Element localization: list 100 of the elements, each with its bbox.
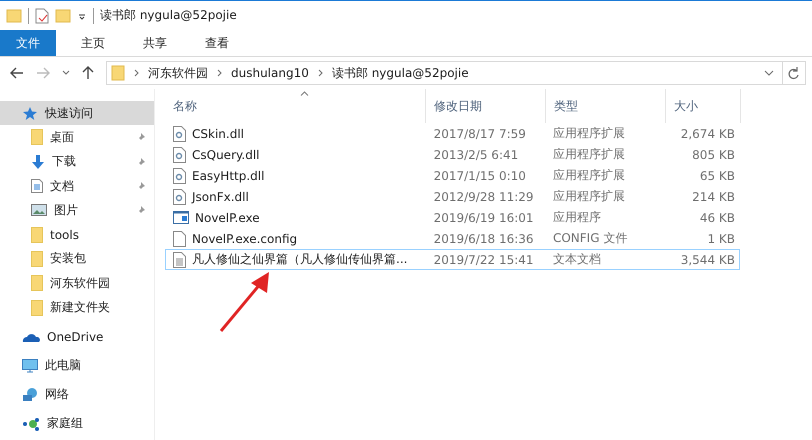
chevron-icon[interactable] (318, 69, 323, 77)
gear-file-icon (173, 188, 186, 204)
modified-date: 2017/8/17 7:59 (434, 126, 526, 140)
modified-date: 2019/6/19 16:01 (434, 210, 534, 224)
sidebar-label: 网络 (45, 386, 69, 404)
modified-date: 2019/7/22 15:41 (434, 252, 534, 266)
file-size: 46 KB (700, 210, 735, 224)
file-tab[interactable]: 文件 (0, 30, 56, 56)
gear-file-icon (173, 126, 186, 142)
file-name: JsonFx.dll (192, 190, 249, 204)
breadcrumb[interactable]: dushulang10 (231, 66, 309, 80)
ribbon-tab[interactable]: 查看 (192, 30, 242, 56)
modified-date: 2019/6/18 16:36 (434, 232, 534, 246)
sidebar-item[interactable]: OneDrive (0, 324, 154, 349)
column-header[interactable]: 大小 (666, 89, 741, 123)
back-icon[interactable] (10, 67, 24, 79)
sidebar-label: 家庭组 (47, 415, 83, 432)
sidebar-item[interactable]: 网络 (0, 382, 154, 407)
sidebar-label: 河东软件园 (50, 274, 110, 292)
column-header[interactable]: 类型 (546, 89, 666, 123)
file-row[interactable]: CsQuery.dll 2013/2/5 6:41 应用程序扩展 805 KB (165, 144, 740, 165)
document-icon (31, 179, 43, 194)
sidebar-item[interactable]: 河东软件园 (0, 271, 154, 296)
sidebar-label: 文档 (50, 178, 74, 195)
window-title: 读书郎 nygula@52pojie (100, 7, 237, 24)
file-name: NovelP.exe.config (192, 232, 298, 246)
up-icon[interactable] (82, 66, 94, 80)
sidebar-item[interactable]: 此电脑 (0, 354, 154, 378)
gear-file-icon (173, 168, 186, 184)
file-icon (173, 230, 186, 246)
file-row[interactable]: NovelP.exe.config 2019/6/18 16:36 CONFIG 文件 1 KB (165, 228, 740, 249)
column-header[interactable]: 名称 (165, 89, 426, 123)
sidebar-label: 新建文件夹 (50, 299, 110, 316)
star-icon (22, 106, 38, 120)
monitor-icon (22, 358, 38, 373)
ribbon-tab[interactable]: 主页 (68, 30, 118, 56)
recent-locations-icon[interactable] (62, 70, 70, 76)
file-row[interactable]: JsonFx.dll 2012/9/28 11:29 应用程序扩展 214 KB (165, 186, 740, 207)
file-size: 1 KB (707, 232, 735, 246)
file-name: CsQuery.dll (192, 148, 260, 162)
down-arrow-icon (31, 154, 45, 169)
sidebar-label: OneDrive (47, 330, 104, 344)
sidebar-item[interactable]: tools (0, 222, 154, 247)
refresh-icon (788, 66, 800, 80)
file-size: 65 KB (700, 168, 735, 182)
homegroup-icon (22, 416, 40, 431)
file-type: 应用程序扩展 (552, 167, 625, 184)
file-size: 3,544 KB (680, 252, 735, 266)
file-row[interactable]: NovelP.exe 2019/6/19 16:01 应用程序 46 KB (165, 207, 740, 228)
address-field[interactable]: 河东软件园 dushulang10 读书郎 nygula@52pojie (106, 61, 783, 85)
file-row[interactable]: CSkin.dll 2017/8/17 7:59 应用程序扩展 2,674 KB (165, 123, 740, 144)
file-size: 2,674 KB (680, 126, 735, 140)
file-type: CONFIG 文件 (552, 230, 628, 247)
chevron-icon[interactable] (217, 69, 222, 77)
sidebar-label: tools (50, 228, 79, 242)
dropdown-icon[interactable] (764, 69, 774, 77)
sidebar-label: 安装包 (50, 250, 86, 268)
properties-icon[interactable] (35, 8, 49, 24)
folder-icon (31, 300, 43, 316)
sidebar-item[interactable]: 桌面 (0, 125, 154, 150)
file-name: 凡人修仙之仙界篇（凡人修仙传仙界篇... (192, 251, 408, 268)
folder-icon (31, 250, 43, 267)
folder-icon (31, 275, 43, 292)
file-name: NovelP.exe (195, 210, 260, 224)
sidebar-label: 下载 (52, 153, 76, 170)
refresh-button[interactable] (782, 61, 806, 85)
sidebar-label: 桌面 (50, 128, 74, 146)
ribbon-tab[interactable]: 共享 (130, 30, 180, 56)
column-header[interactable]: 修改日期 (426, 89, 546, 123)
breadcrumb[interactable]: 河东软件园 (148, 64, 208, 82)
file-name: EasyHttp.dll (192, 168, 264, 182)
file-size: 214 KB (692, 190, 735, 204)
folder-icon (31, 226, 43, 243)
sidebar-item[interactable]: 新建文件夹 (0, 295, 154, 320)
sidebar-label: 此电脑 (45, 357, 81, 374)
chevron-icon[interactable] (134, 69, 139, 77)
file-row[interactable]: EasyHttp.dll 2017/1/15 0:10 应用程序扩展 65 KB (165, 165, 740, 186)
window-icon (173, 211, 189, 224)
file-row[interactable]: 凡人修仙之仙界篇（凡人修仙传仙界篇... 2019/7/22 15:41 文本文档 3,544 KB (165, 249, 740, 270)
gear-file-icon (173, 146, 186, 162)
modified-date: 2012/9/28 11:29 (434, 190, 534, 204)
file-type: 应用程序扩展 (552, 188, 625, 205)
folder-icon (111, 65, 125, 81)
sidebar-item[interactable]: 图片 (0, 198, 154, 222)
modified-date: 2017/1/15 0:10 (434, 168, 526, 182)
file-type: 应用程序 (552, 209, 601, 226)
file-size: 805 KB (692, 148, 735, 162)
file-type: 应用程序扩展 (552, 125, 625, 142)
breadcrumb[interactable]: 读书郎 nygula@52pojie (332, 64, 469, 82)
network-icon (22, 386, 38, 403)
sidebar-item[interactable]: 下载 (0, 150, 154, 174)
text-file-icon (173, 252, 186, 268)
sidebar-item[interactable]: 快速访问 (0, 101, 154, 126)
sidebar-item[interactable]: 家庭组 (0, 412, 154, 436)
sidebar-item[interactable]: 安装包 (0, 246, 154, 272)
sidebar-label: 快速访问 (45, 104, 93, 122)
file-type: 应用程序扩展 (552, 146, 625, 163)
cloud-icon (22, 332, 40, 342)
folder-icon (31, 129, 43, 146)
sidebar-item[interactable]: 文档 (0, 174, 154, 198)
